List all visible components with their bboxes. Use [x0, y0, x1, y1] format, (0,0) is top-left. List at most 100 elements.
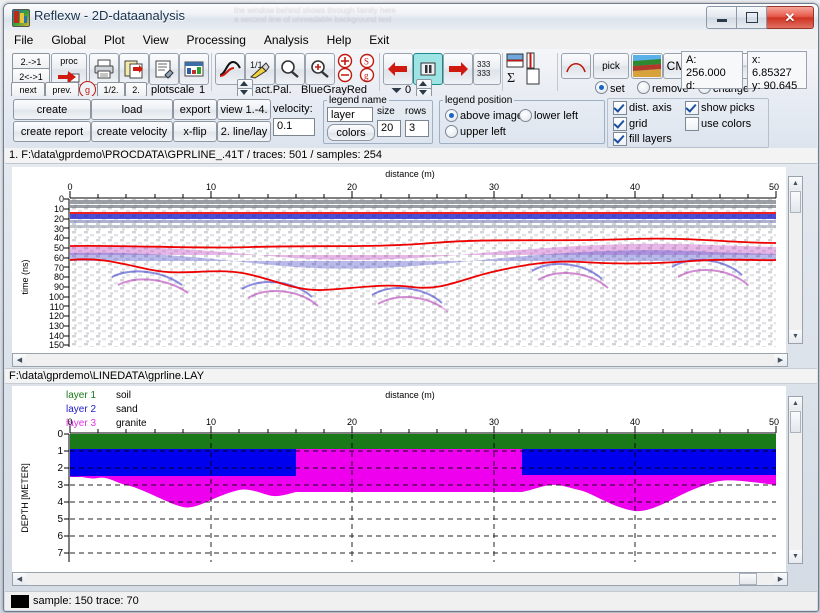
checkbox-dist-axis[interactable]	[613, 101, 627, 115]
layer-section-plot[interactable]: layer 1 soil layer 2 sand layer 3 granit…	[12, 386, 786, 572]
scroll-left-arrow[interactable]: ◀	[13, 354, 26, 366]
scroll-down-arrow[interactable]: ▼	[789, 330, 802, 343]
pick-button[interactable]: pick	[593, 53, 629, 79]
svg-text:0: 0	[67, 417, 72, 427]
menu-item-exit[interactable]: Exit	[360, 31, 398, 49]
print-button[interactable]	[89, 53, 119, 85]
minimize-button[interactable]	[706, 6, 737, 29]
menu-item-analysis[interactable]: Analysis	[255, 31, 318, 49]
layer-granite-intrusion	[296, 449, 522, 477]
colors-button[interactable]: colors	[327, 124, 375, 141]
rows-input[interactable]: 3	[405, 120, 429, 137]
menu-item-view[interactable]: View	[134, 31, 178, 49]
toolbar-2swap1-label: 2<->1	[19, 72, 43, 82]
scroll-up-arrow[interactable]: ▲	[789, 177, 802, 190]
edit-button[interactable]	[149, 53, 179, 85]
arc-button[interactable]	[561, 53, 591, 79]
copy-button[interactable]	[119, 53, 149, 85]
checkbox-use-colors[interactable]	[685, 117, 699, 131]
radio-above-image[interactable]	[445, 109, 458, 122]
zoom-in-button[interactable]	[305, 53, 335, 85]
second-scale-button[interactable]: 2.	[125, 82, 147, 97]
prev-label: prev.	[52, 85, 71, 95]
window-title: Reflexw - 2D-dataanalysis	[34, 8, 185, 23]
stack-tools-group[interactable]: Σ	[505, 52, 555, 85]
sg-button[interactable]: S g	[357, 53, 377, 83]
svg-text:20: 20	[347, 182, 357, 192]
window-button[interactable]	[179, 53, 209, 85]
export-label: export	[180, 104, 211, 116]
checkbox-fill-layers[interactable]	[613, 132, 627, 146]
menu-item-help[interactable]: Help	[318, 31, 361, 49]
maximize-button[interactable]	[737, 6, 767, 29]
x-flip-button[interactable]: x-flip	[173, 121, 217, 142]
svg-text:130: 130	[49, 321, 64, 331]
zoom-button[interactable]	[275, 53, 305, 85]
layer-scroll-right-arrow[interactable]: ▶	[774, 573, 787, 585]
view-1-4-button[interactable]: view 1.-4.	[217, 99, 271, 120]
scroll-right-arrow[interactable]: ▶	[774, 354, 787, 366]
radargram-vertical-scrollbar[interactable]: ▲ ▼	[788, 176, 803, 344]
previous-trace-button[interactable]	[383, 53, 413, 85]
create-velocity-button[interactable]: create velocity	[91, 121, 173, 142]
create-velocity-label: create velocity	[97, 126, 167, 138]
velocity-input[interactable]: 0.1	[273, 118, 315, 136]
proc-button[interactable]: proc	[51, 53, 87, 85]
radio-upper-left[interactable]	[445, 125, 458, 138]
layer-scroll-left-arrow[interactable]: ◀	[13, 573, 26, 585]
scroll-thumb[interactable]	[790, 191, 801, 213]
next-button[interactable]: next	[11, 82, 45, 97]
half-scale-button[interactable]: 1/2.	[97, 82, 125, 97]
layer-scroll-up-arrow[interactable]: ▲	[789, 397, 802, 410]
radio-above-image-label: above image	[460, 110, 523, 122]
layer-scroll-down-arrow[interactable]: ▼	[789, 550, 802, 563]
svg-text:150: 150	[49, 340, 64, 350]
line-lay-button[interactable]: 2. line/lay	[217, 121, 271, 142]
toolbar-2to1-label: 2.->1	[21, 57, 42, 67]
create-button[interactable]: create	[13, 99, 91, 120]
radio-lower-left[interactable]	[519, 109, 532, 122]
export-button[interactable]: export	[173, 99, 217, 120]
svg-text:7: 7	[57, 548, 63, 559]
layer-horizontal-scrollbar[interactable]: ◀ ▶	[12, 572, 788, 586]
checkbox-show-picks[interactable]	[685, 101, 699, 115]
menu-item-processing[interactable]: Processing	[178, 31, 255, 49]
menu-item-plot[interactable]: Plot	[95, 31, 134, 49]
prev-button[interactable]: prev.	[45, 82, 79, 97]
checkbox-grid[interactable]	[613, 117, 627, 131]
load-button[interactable]: load	[91, 99, 173, 120]
create-report-label: create report	[21, 126, 83, 138]
svg-text:5: 5	[57, 514, 63, 525]
radio-remove[interactable]	[637, 81, 650, 94]
svg-text:0: 0	[59, 194, 64, 204]
layer-h-scroll-thumb[interactable]	[739, 573, 757, 585]
traces-button[interactable]: 333 333	[473, 53, 501, 85]
load-label: load	[122, 104, 143, 116]
y-coordinate-value: y: 90.645	[752, 80, 802, 93]
svg-text:30: 30	[489, 182, 499, 192]
layer-y-title: DEPTH [METER]	[20, 463, 30, 533]
svg-text:333: 333	[477, 69, 491, 78]
layer-scroll-thumb[interactable]	[790, 411, 801, 433]
create-report-button[interactable]: create report	[13, 121, 91, 142]
gain-value[interactable]: 0	[405, 84, 411, 96]
svg-text:3: 3	[57, 480, 63, 491]
menu-item-global[interactable]: Global	[42, 31, 95, 49]
radargram-horizontal-scrollbar[interactable]: ◀ ▶	[12, 353, 788, 367]
layers-button[interactable]	[631, 53, 663, 79]
radio-set[interactable]	[595, 81, 608, 94]
layer-section-panel: layer 1 soil layer 2 sand layer 3 granit…	[12, 386, 786, 572]
size-input[interactable]: 20	[377, 120, 401, 137]
menu-item-file[interactable]: File	[5, 31, 42, 49]
layer-vertical-scrollbar[interactable]: ▲ ▼	[788, 396, 803, 564]
legend-name-input[interactable]: layer	[327, 107, 373, 122]
palette-dropdown-button[interactable]	[391, 87, 402, 94]
close-button[interactable]: ✕	[767, 6, 814, 29]
next-trace-button[interactable]	[443, 53, 473, 85]
view-1-4-label: view 1.-4.	[220, 104, 267, 116]
plotscale-value[interactable]: 1	[199, 84, 205, 96]
plus-minus-button[interactable]	[335, 53, 355, 83]
pause-icon	[419, 61, 437, 77]
radargram-plot[interactable]: distance (m) 01020 304050	[12, 167, 786, 353]
svg-text:333: 333	[477, 60, 491, 69]
